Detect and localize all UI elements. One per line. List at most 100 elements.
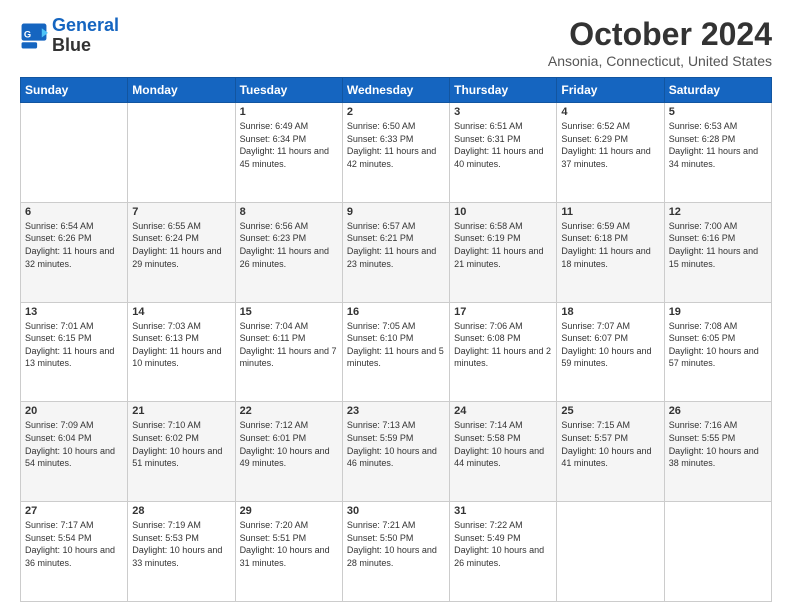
week-row-2: 6 Sunrise: 6:54 AM Sunset: 6:26 PM Daylig… — [21, 202, 772, 302]
calendar-cell: 3 Sunrise: 6:51 AM Sunset: 6:31 PM Daylig… — [450, 103, 557, 203]
day-info: Sunrise: 6:52 AM Sunset: 6:29 PM Dayligh… — [561, 120, 659, 170]
day-info: Sunrise: 6:51 AM Sunset: 6:31 PM Dayligh… — [454, 120, 552, 170]
logo-line1: General — [52, 15, 119, 35]
day-info: Sunrise: 7:05 AM Sunset: 6:10 PM Dayligh… — [347, 320, 445, 370]
day-info: Sunrise: 7:09 AM Sunset: 6:04 PM Dayligh… — [25, 419, 123, 469]
day-info: Sunrise: 6:50 AM Sunset: 6:33 PM Dayligh… — [347, 120, 445, 170]
calendar-cell: 26 Sunrise: 7:16 AM Sunset: 5:55 PM Dayli… — [664, 402, 771, 502]
day-number: 30 — [347, 505, 445, 517]
day-number: 28 — [132, 505, 230, 517]
day-number: 9 — [347, 206, 445, 218]
calendar-cell — [557, 502, 664, 602]
header: G General Blue October 2024 Ansonia, Con… — [20, 16, 772, 69]
calendar-cell: 4Sunrise: 6:52 AM Sunset: 6:29 PM Daylig… — [557, 103, 664, 203]
col-thursday: Thursday — [450, 78, 557, 103]
day-number: 7 — [132, 206, 230, 218]
main-title: October 2024 — [548, 16, 772, 53]
day-info: Sunrise: 6:55 AM Sunset: 6:24 PM Dayligh… — [132, 220, 230, 270]
day-number: 19 — [669, 306, 767, 318]
title-block: October 2024 Ansonia, Connecticut, Unite… — [548, 16, 772, 69]
day-info: Sunrise: 7:19 AM Sunset: 5:53 PM Dayligh… — [132, 519, 230, 569]
subtitle: Ansonia, Connecticut, United States — [548, 53, 772, 69]
day-info: Sunrise: 7:08 AM Sunset: 6:05 PM Dayligh… — [669, 320, 767, 370]
calendar-cell: 28 Sunrise: 7:19 AM Sunset: 5:53 PM Dayli… — [128, 502, 235, 602]
day-number: 3 — [454, 106, 552, 118]
day-number: 5 — [669, 106, 767, 118]
col-wednesday: Wednesday — [342, 78, 449, 103]
col-saturday: Saturday — [664, 78, 771, 103]
day-number: 18 — [561, 306, 659, 318]
day-info: Sunrise: 7:16 AM Sunset: 5:55 PM Dayligh… — [669, 419, 767, 469]
day-info: Sunrise: 7:13 AM Sunset: 5:59 PM Dayligh… — [347, 419, 445, 469]
day-number: 13 — [25, 306, 123, 318]
page: G General Blue October 2024 Ansonia, Con… — [0, 0, 792, 612]
calendar-cell — [21, 103, 128, 203]
calendar-cell — [128, 103, 235, 203]
day-info: Sunrise: 7:14 AM Sunset: 5:58 PM Dayligh… — [454, 419, 552, 469]
calendar-cell: 18 Sunrise: 7:07 AM Sunset: 6:07 PM Dayli… — [557, 302, 664, 402]
day-info: Sunrise: 7:04 AM Sunset: 6:11 PM Dayligh… — [240, 320, 338, 370]
calendar-cell: 11 Sunrise: 6:59 AM Sunset: 6:18 PM Dayli… — [557, 202, 664, 302]
calendar-cell: 31 Sunrise: 7:22 AM Sunset: 5:49 PM Dayli… — [450, 502, 557, 602]
calendar-cell: 12 Sunrise: 7:00 AM Sunset: 6:16 PM Dayli… — [664, 202, 771, 302]
calendar-cell: 7 Sunrise: 6:55 AM Sunset: 6:24 PM Daylig… — [128, 202, 235, 302]
day-number: 31 — [454, 505, 552, 517]
day-info: Sunrise: 7:01 AM Sunset: 6:15 PM Dayligh… — [25, 320, 123, 370]
svg-text:G: G — [24, 29, 31, 39]
calendar-cell: 13 Sunrise: 7:01 AM Sunset: 6:15 PM Dayli… — [21, 302, 128, 402]
day-info: Sunrise: 7:03 AM Sunset: 6:13 PM Dayligh… — [132, 320, 230, 370]
day-info: Sunrise: 7:17 AM Sunset: 5:54 PM Dayligh… — [25, 519, 123, 569]
calendar-cell: 15 Sunrise: 7:04 AM Sunset: 6:11 PM Dayli… — [235, 302, 342, 402]
calendar-cell: 30 Sunrise: 7:21 AM Sunset: 5:50 PM Dayli… — [342, 502, 449, 602]
logo-line2: Blue — [52, 36, 119, 56]
day-number: 14 — [132, 306, 230, 318]
day-info: Sunrise: 6:53 AM Sunset: 6:28 PM Dayligh… — [669, 120, 767, 170]
day-info: Sunrise: 6:59 AM Sunset: 6:18 PM Dayligh… — [561, 220, 659, 270]
calendar-cell: 20 Sunrise: 7:09 AM Sunset: 6:04 PM Dayli… — [21, 402, 128, 502]
day-number: 11 — [561, 206, 659, 218]
col-tuesday: Tuesday — [235, 78, 342, 103]
col-friday: Friday — [557, 78, 664, 103]
calendar-cell: 25Sunrise: 7:15 AM Sunset: 5:57 PM Dayli… — [557, 402, 664, 502]
calendar-cell: 6 Sunrise: 6:54 AM Sunset: 6:26 PM Daylig… — [21, 202, 128, 302]
day-number: 17 — [454, 306, 552, 318]
day-info: Sunrise: 6:56 AM Sunset: 6:23 PM Dayligh… — [240, 220, 338, 270]
day-number: 6 — [25, 206, 123, 218]
calendar-cell: 1Sunrise: 6:49 AM Sunset: 6:34 PM Daylig… — [235, 103, 342, 203]
calendar-cell: 27Sunrise: 7:17 AM Sunset: 5:54 PM Dayli… — [21, 502, 128, 602]
calendar-cell: 14 Sunrise: 7:03 AM Sunset: 6:13 PM Dayli… — [128, 302, 235, 402]
day-number: 20 — [25, 405, 123, 417]
day-number: 15 — [240, 306, 338, 318]
calendar-cell: 21 Sunrise: 7:10 AM Sunset: 6:02 PM Dayli… — [128, 402, 235, 502]
day-number: 26 — [669, 405, 767, 417]
calendar-cell: 29Sunrise: 7:20 AM Sunset: 5:51 PM Dayli… — [235, 502, 342, 602]
day-number: 1 — [240, 106, 338, 118]
day-info: Sunrise: 6:54 AM Sunset: 6:26 PM Dayligh… — [25, 220, 123, 270]
day-info: Sunrise: 6:58 AM Sunset: 6:19 PM Dayligh… — [454, 220, 552, 270]
day-info: Sunrise: 7:07 AM Sunset: 6:07 PM Dayligh… — [561, 320, 659, 370]
calendar-cell: 16 Sunrise: 7:05 AM Sunset: 6:10 PM Dayli… — [342, 302, 449, 402]
day-number: 24 — [454, 405, 552, 417]
calendar-cell: 10 Sunrise: 6:58 AM Sunset: 6:19 PM Dayli… — [450, 202, 557, 302]
day-info: Sunrise: 7:21 AM Sunset: 5:50 PM Dayligh… — [347, 519, 445, 569]
day-info: Sunrise: 7:22 AM Sunset: 5:49 PM Dayligh… — [454, 519, 552, 569]
day-number: 23 — [347, 405, 445, 417]
day-number: 12 — [669, 206, 767, 218]
calendar-cell: 22Sunrise: 7:12 AM Sunset: 6:01 PM Dayli… — [235, 402, 342, 502]
week-row-5: 27Sunrise: 7:17 AM Sunset: 5:54 PM Dayli… — [21, 502, 772, 602]
logo: G General Blue — [20, 16, 119, 56]
week-row-1: 1Sunrise: 6:49 AM Sunset: 6:34 PM Daylig… — [21, 103, 772, 203]
calendar-cell: 24 Sunrise: 7:14 AM Sunset: 5:58 PM Dayli… — [450, 402, 557, 502]
day-info: Sunrise: 7:00 AM Sunset: 6:16 PM Dayligh… — [669, 220, 767, 270]
calendar-cell — [664, 502, 771, 602]
col-sunday: Sunday — [21, 78, 128, 103]
calendar-table: Sunday Monday Tuesday Wednesday Thursday… — [20, 77, 772, 602]
day-info: Sunrise: 7:10 AM Sunset: 6:02 PM Dayligh… — [132, 419, 230, 469]
day-number: 10 — [454, 206, 552, 218]
calendar-cell: 5 Sunrise: 6:53 AM Sunset: 6:28 PM Daylig… — [664, 103, 771, 203]
week-row-4: 20 Sunrise: 7:09 AM Sunset: 6:04 PM Dayli… — [21, 402, 772, 502]
day-number: 16 — [347, 306, 445, 318]
logo-icon: G — [20, 22, 48, 50]
day-number: 21 — [132, 405, 230, 417]
day-number: 8 — [240, 206, 338, 218]
